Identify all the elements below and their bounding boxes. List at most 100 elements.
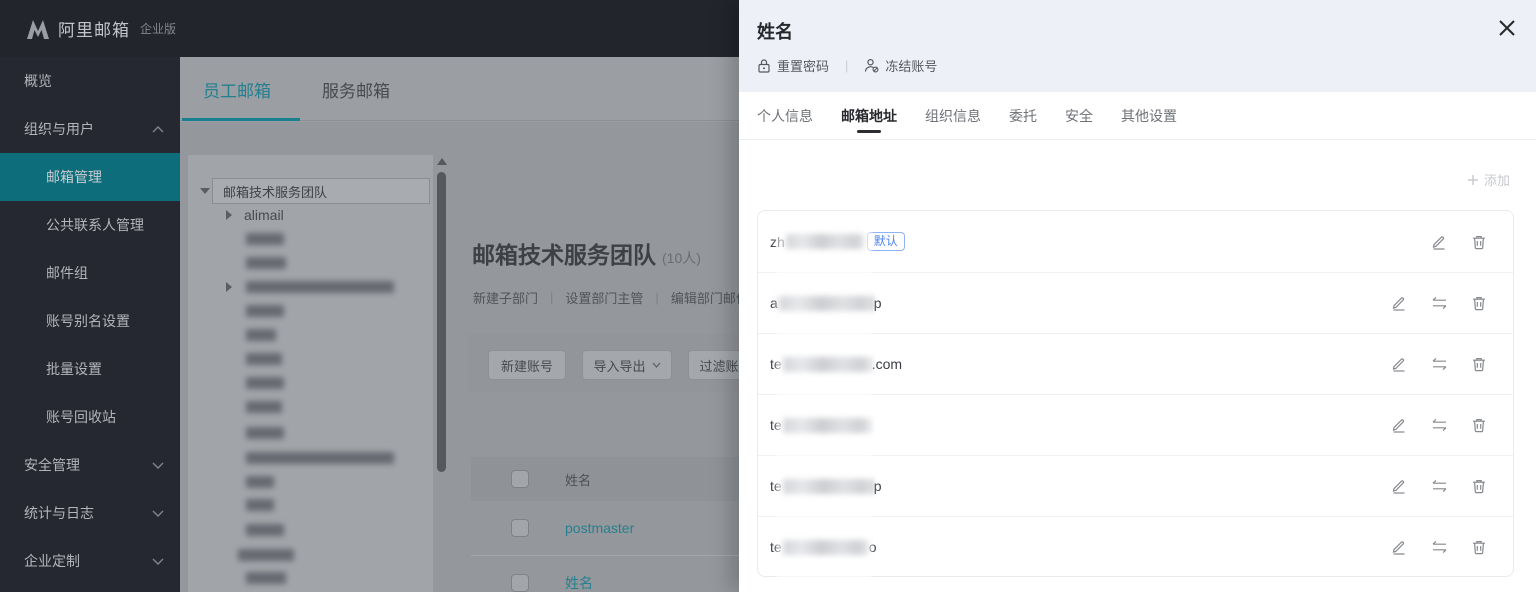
delete-icon[interactable] [1459,356,1499,372]
tree-node-root[interactable]: 邮箱技术服务团队 [212,178,430,204]
column-header-name: 姓名 [565,472,592,488]
member-count: (10人) [662,250,701,266]
swap-icon[interactable] [1419,479,1459,493]
sidebar-item-mail-groups[interactable]: 邮件组 [0,249,180,297]
swap-icon[interactable] [1419,418,1459,432]
tab-service-mailbox[interactable]: 服务邮箱 [322,77,390,102]
tree-node-alimail[interactable]: alimail [244,207,284,223]
censored-tree-item[interactable] [246,452,394,464]
censored-tree-item[interactable] [246,499,274,511]
reset-password-button[interactable]: 重置密码 [757,56,829,75]
censored-tree-item[interactable] [246,377,284,389]
edit-icon[interactable] [1379,417,1419,433]
sidebar-item-label: 统计与日志 [24,505,94,521]
swap-icon[interactable] [1419,540,1459,554]
tab-employee-mailbox[interactable]: 员工邮箱 [203,77,271,102]
sidebar-item-recycle-bin[interactable]: 账号回收站 [0,393,180,441]
edit-icon[interactable] [1379,295,1419,311]
censored-tree-item[interactable] [246,281,394,293]
tree-collapse-icon[interactable] [226,210,232,220]
select-all-checkbox[interactable] [511,470,529,488]
department-name: 邮箱技术服务团队 [472,242,656,268]
active-tab-underline [182,118,300,121]
plus-icon [1467,174,1478,185]
censored-tree-item[interactable] [246,476,274,488]
tab-delegation[interactable]: 委托 [1009,92,1037,139]
row-actions [1379,334,1499,394]
drawer-actions: 重置密码 | 冻结账号 [757,56,937,75]
censored-email [785,234,864,249]
censored-tree-item[interactable] [246,572,286,584]
sidebar-item-security[interactable]: 安全管理 [0,441,180,489]
censored-tree-item[interactable] [238,549,294,561]
import-export-button[interactable]: 导入导出 [582,350,672,380]
email-row: te [758,394,1513,455]
censored-tree-item[interactable] [246,427,284,439]
censored-tree-item[interactable] [246,524,284,536]
edit-icon[interactable] [1379,539,1419,555]
sidebar-item-alias-settings[interactable]: 账号别名设置 [0,297,180,345]
row-actions [1379,456,1499,516]
tab-personal-info[interactable]: 个人信息 [757,92,813,139]
row-checkbox[interactable] [511,574,529,592]
sidebar-item-mailbox-management[interactable]: 邮箱管理 [0,153,180,201]
tree-expand-icon[interactable] [200,188,210,194]
sidebar-item-batch-settings[interactable]: 批量设置 [0,345,180,393]
default-badge: 默认 [866,232,905,251]
account-link[interactable]: 姓名 [565,573,593,592]
delete-icon[interactable] [1459,295,1499,311]
tab-other-settings[interactable]: 其他设置 [1121,92,1177,139]
swap-icon[interactable] [1419,357,1459,371]
add-label: 添加 [1483,173,1510,188]
delete-icon[interactable] [1459,234,1499,250]
close-icon[interactable] [1496,17,1518,39]
row-actions [1379,273,1499,333]
censored-tree-item[interactable] [246,401,282,413]
sidebar-item-enterprise-custom[interactable]: 企业定制 [0,537,180,585]
tab-email-address[interactable]: 邮箱地址 [841,92,897,139]
delete-icon[interactable] [1459,539,1499,555]
scrollbar-thumb[interactable] [437,172,446,472]
freeze-account-button[interactable]: 冻结账号 [864,56,937,75]
link-new-subdepartment[interactable]: 新建子部门 [473,288,538,307]
censored-email [778,295,873,311]
edit-icon[interactable] [1379,356,1419,372]
lock-icon [758,59,770,73]
censored-tree-item[interactable] [246,257,286,269]
row-actions [1379,517,1499,576]
link-set-manager[interactable]: 设置部门主管 [565,288,643,307]
add-email-button[interactable]: 添加 [1467,170,1510,189]
email-prefix: te [770,539,782,555]
edit-icon[interactable] [1419,234,1459,250]
new-account-button[interactable]: 新建账号 [488,350,566,380]
tab-org-info[interactable]: 组织信息 [925,92,981,139]
divider: | [550,290,554,305]
drawer-tabs: 个人信息 邮箱地址 组织信息 委托 安全 其他设置 [739,92,1536,140]
swap-icon[interactable] [1419,296,1459,310]
drawer-title: 姓名 [757,22,793,42]
email-prefix: te [770,417,782,433]
censored-tree-item[interactable] [246,233,284,245]
censored-tree-item[interactable] [246,305,284,317]
sidebar-item-overview[interactable]: 概览 [0,57,180,105]
sidebar-item-public-contacts[interactable]: 公共联系人管理 [0,201,180,249]
censored-email [782,356,871,372]
tree-collapse-icon[interactable] [226,282,232,292]
delete-icon[interactable] [1459,417,1499,433]
tab-security[interactable]: 安全 [1065,92,1093,139]
account-link[interactable]: postmaster [565,520,634,536]
action-label: 冻结账号 [885,59,938,74]
user-freeze-icon [865,58,879,73]
sidebar-item-stats-logs[interactable]: 统计与日志 [0,489,180,537]
censored-tree-item[interactable] [246,329,276,341]
row-checkbox[interactable] [511,519,529,537]
button-label: 导入导出 [593,358,646,374]
email-suffix: p [873,295,882,311]
sidebar-item-org-users[interactable]: 组织与用户 [0,105,180,153]
email-prefix: a [770,295,778,311]
delete-icon[interactable] [1459,478,1499,494]
edit-icon[interactable] [1379,478,1419,494]
sidebar: 概览 组织与用户 邮箱管理 公共联系人管理 邮件组 账号别名设置 批量设置 账号… [0,57,180,592]
censored-tree-item[interactable] [246,353,282,365]
scrollbar-up-arrow[interactable] [437,158,447,165]
